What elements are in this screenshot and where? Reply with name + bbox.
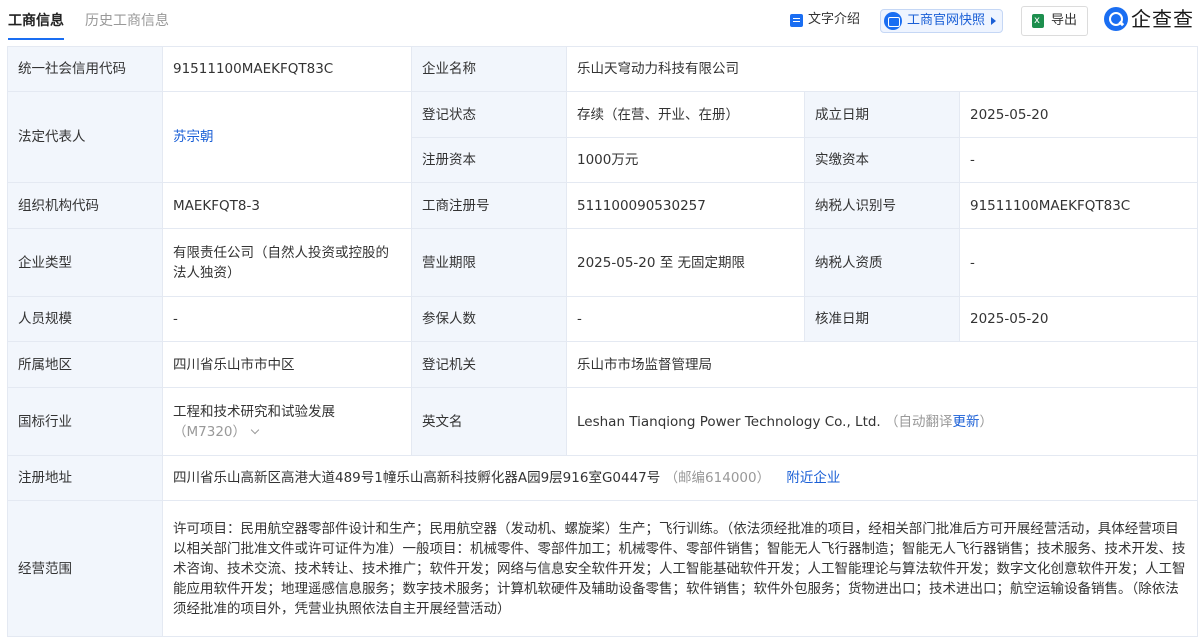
official-snapshot-button[interactable]: 工商官网快照	[880, 9, 1004, 33]
text-intro-button[interactable]: 文字介绍	[790, 12, 860, 28]
chevron-down-icon	[250, 425, 260, 434]
english-name-label: 英文名	[411, 387, 567, 456]
taxpayer-id-value: 91511100MAEKFQT83C	[959, 182, 1198, 229]
term-label: 营业期限	[411, 228, 567, 297]
legal-rep-label: 法定代表人	[7, 91, 163, 183]
reg-no-label: 工商注册号	[411, 182, 567, 229]
export-label: 导出	[1051, 13, 1078, 28]
term-value: 2025-05-20 至 无固定期限	[566, 228, 805, 297]
org-code-value: MAEKFQT8-3	[162, 182, 412, 229]
industry-value: 工程和技术研究和试验发展	[173, 403, 335, 420]
top-bar: 工商信息 历史工商信息 文字介绍 工商官网快照 导出 企查查	[0, 0, 1204, 42]
table-row: 注册地址 四川省乐山高新区高港大道489号1幢乐山高新科技孵化器A园9层916室…	[7, 455, 1198, 501]
staff-value: -	[162, 296, 412, 342]
scope-label: 经营范围	[7, 500, 163, 637]
text-intro-label: 文字介绍	[808, 12, 861, 27]
business-info-table: 统一社会信用代码 91511100MAEKFQT83C 企业名称 乐山天穹动力科…	[7, 46, 1198, 637]
region-value: 四川省乐山市市中区	[162, 341, 412, 388]
industry-code: （M7320）	[173, 423, 247, 440]
logo-text: 企查查	[1131, 7, 1194, 31]
taxpayer-id-label: 纳税人识别号	[804, 182, 960, 229]
founded-label: 成立日期	[804, 91, 960, 138]
region-label: 所属地区	[7, 341, 163, 388]
legal-rep-link[interactable]: 苏宗朝	[173, 129, 214, 145]
paid-capital-value: -	[959, 137, 1198, 183]
address-cell: 四川省乐山高新区高港大道489号1幢乐山高新科技孵化器A园9层916室G0447…	[162, 455, 1198, 501]
auto-translate-close: ）	[979, 413, 994, 430]
table-row: 经营范围 许可项目：民用航空器零部件设计和生产；民用航空器（发动机、螺旋桨）生产…	[7, 500, 1198, 637]
tab-history-business-info[interactable]: 历史工商信息	[85, 12, 169, 30]
insured-label: 参保人数	[411, 296, 567, 342]
approved-label: 核准日期	[804, 296, 960, 342]
staff-label: 人员规模	[7, 296, 163, 342]
reg-status-value: 存续（在营、开业、在册）	[566, 91, 805, 138]
table-row: 所属地区 四川省乐山市市中区 登记机关 乐山市市场监督管理局	[7, 341, 1198, 388]
founded-value: 2025-05-20	[959, 91, 1198, 138]
camera-icon	[884, 12, 902, 30]
scope-value: 许可项目：民用航空器零部件设计和生产；民用航空器（发动机、螺旋桨）生产；飞行训练…	[162, 500, 1198, 637]
table-row: 企业类型 有限责任公司（自然人投资或控股的法人独资） 营业期限 2025-05-…	[7, 228, 1198, 297]
nearby-companies-link[interactable]: 附近企业	[786, 470, 840, 486]
export-button[interactable]: 导出	[1021, 6, 1089, 36]
excel-icon	[1032, 13, 1044, 29]
reg-capital-value: 1000万元	[566, 137, 805, 183]
insured-value: -	[566, 296, 805, 342]
company-type-value: 有限责任公司（自然人投资或控股的法人独资）	[162, 228, 412, 297]
industry-cell: 工程和技术研究和试验发展 （M7320）	[162, 387, 412, 456]
reg-status-label: 登记状态	[411, 91, 567, 138]
org-code-label: 组织机构代码	[7, 182, 163, 229]
credit-code-label: 统一社会信用代码	[7, 46, 163, 92]
postcode: （邮编614000）	[664, 470, 771, 486]
reg-no-value: 511100090530257	[566, 182, 805, 229]
authority-value: 乐山市市场监督管理局	[566, 341, 1198, 388]
company-name-label: 企业名称	[411, 46, 567, 92]
tax-qual-label: 纳税人资质	[804, 228, 960, 297]
qichacha-logo: 企查查	[1104, 7, 1194, 31]
credit-code-value: 91511100MAEKFQT83C	[162, 46, 412, 92]
table-row: 组织机构代码 MAEKFQT8-3 工商注册号 511100090530257 …	[7, 182, 1198, 229]
update-link[interactable]: 更新	[953, 414, 980, 430]
approved-value: 2025-05-20	[959, 296, 1198, 342]
english-name-value: Leshan Tianqiong Power Technology Co., L…	[577, 413, 881, 430]
authority-label: 登记机关	[411, 341, 567, 388]
paid-capital-label: 实缴资本	[804, 137, 960, 183]
document-icon	[790, 13, 803, 27]
industry-label: 国标行业	[7, 387, 163, 456]
english-name-cell: Leshan Tianqiong Power Technology Co., L…	[566, 387, 1198, 456]
table-row: 国标行业 工程和技术研究和试验发展 （M7320） 英文名 Leshan Tia…	[7, 387, 1198, 456]
play-arrow-icon	[991, 17, 997, 25]
table-row: 人员规模 - 参保人数 - 核准日期 2025-05-20	[7, 296, 1198, 342]
company-type-label: 企业类型	[7, 228, 163, 297]
magnifier-logo-icon	[1104, 7, 1128, 31]
tab-business-info[interactable]: 工商信息	[8, 12, 64, 30]
table-row: 统一社会信用代码 91511100MAEKFQT83C 企业名称 乐山天穹动力科…	[7, 46, 1198, 92]
reg-capital-label: 注册资本	[411, 137, 567, 183]
address-label: 注册地址	[7, 455, 163, 501]
address-value: 四川省乐山高新区高港大道489号1幢乐山高新科技孵化器A园9层916室G0447…	[173, 470, 661, 486]
auto-translate-note: （自动翻译	[885, 413, 953, 430]
company-name-value: 乐山天穹动力科技有限公司	[566, 46, 1198, 92]
legal-rep-cell: 苏宗朝	[162, 91, 412, 183]
active-tab-underline	[8, 38, 64, 40]
official-snapshot-label: 工商官网快照	[907, 13, 986, 28]
table-row: 法定代表人 苏宗朝 登记状态 存续（在营、开业、在册） 成立日期 2025-05…	[7, 91, 1198, 183]
industry-code-row[interactable]: （M7320）	[173, 422, 401, 442]
tax-qual-value: -	[959, 228, 1198, 297]
